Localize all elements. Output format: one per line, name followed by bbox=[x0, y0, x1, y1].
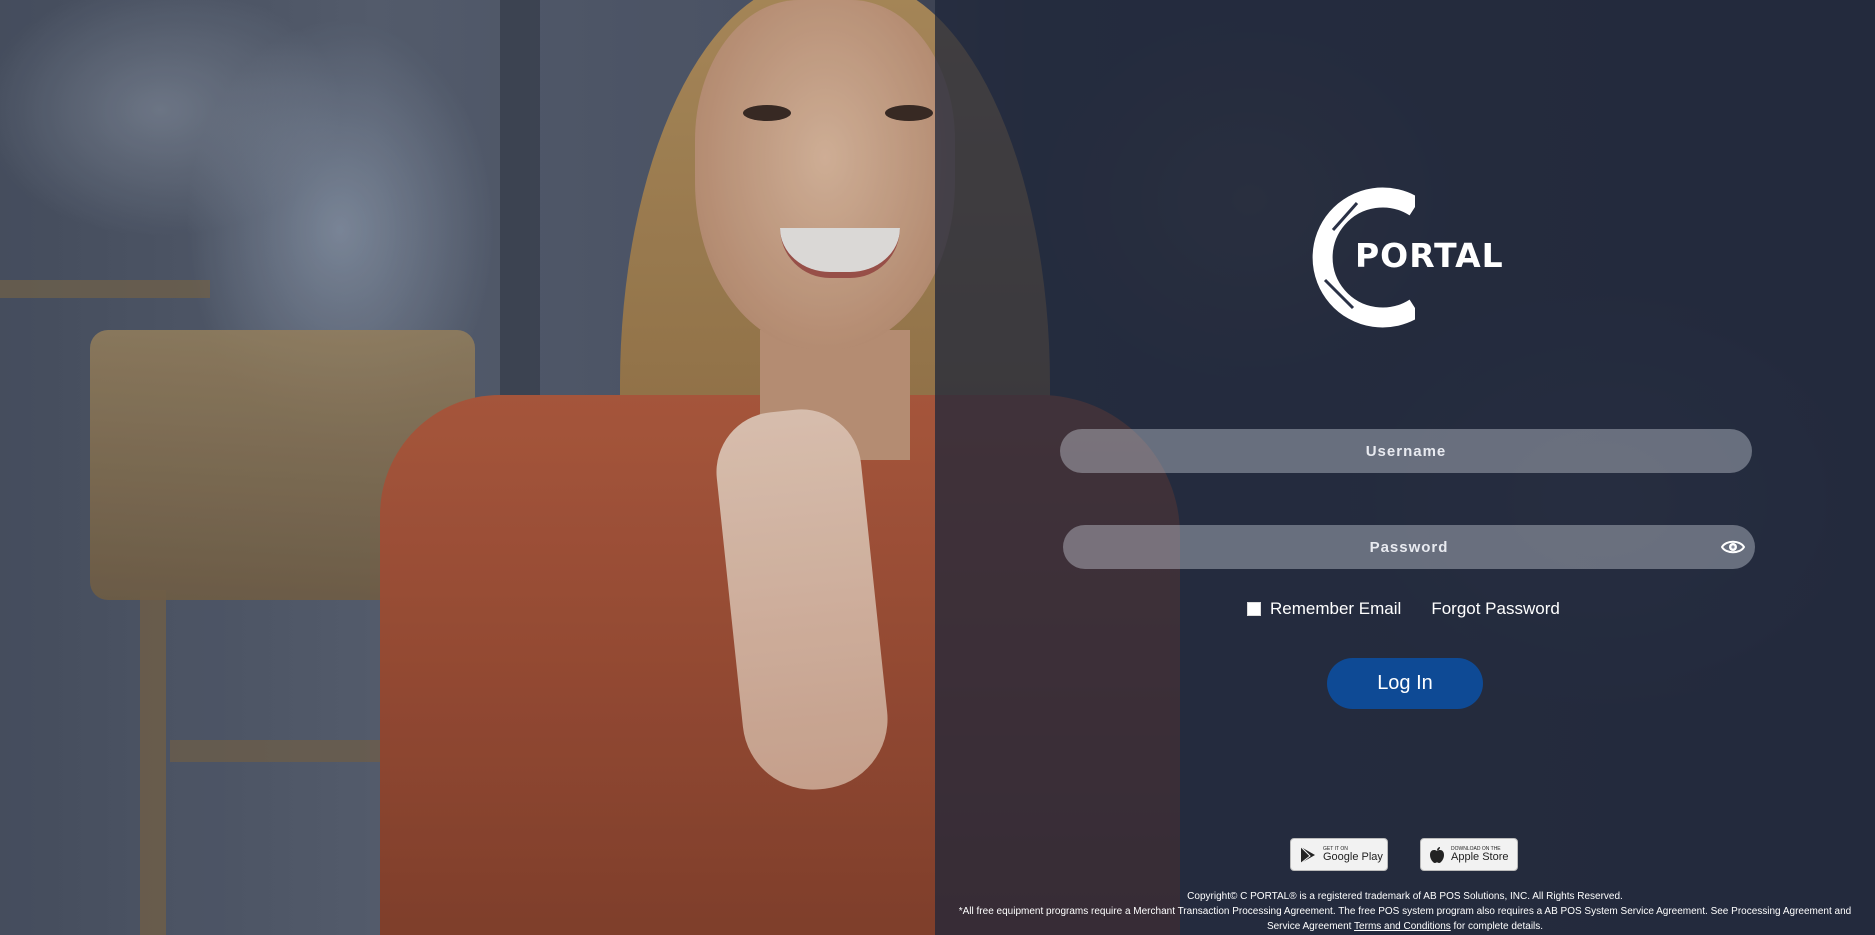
google-play-badge[interactable]: GET IT ON Google Play bbox=[1290, 838, 1388, 871]
password-field-container bbox=[1063, 524, 1755, 570]
apple-icon bbox=[1430, 846, 1444, 863]
username-input[interactable] bbox=[1060, 428, 1752, 474]
login-options: Remember Email Forgot Password bbox=[1247, 597, 1560, 621]
portal-logo: PORTAL bbox=[1305, 185, 1505, 330]
copyright-text: Copyright© C PORTAL® is a registered tra… bbox=[1187, 891, 1623, 902]
password-input[interactable] bbox=[1063, 524, 1755, 570]
footer: Copyright© C PORTAL® is a registered tra… bbox=[945, 889, 1865, 934]
disclaimer-text: *All free equipment programs require a M… bbox=[945, 904, 1865, 934]
forgot-password-link[interactable]: Forgot Password bbox=[1431, 599, 1560, 619]
google-play-text: Google Play bbox=[1323, 850, 1383, 863]
remember-email-label[interactable]: Remember Email bbox=[1270, 599, 1401, 619]
disclaimer-suffix: for complete details. bbox=[1453, 921, 1544, 932]
username-field-container bbox=[1060, 428, 1752, 474]
login-button[interactable]: Log In bbox=[1327, 658, 1483, 709]
show-password-icon[interactable] bbox=[1720, 537, 1746, 557]
terms-link[interactable]: Terms and Conditions bbox=[1354, 921, 1451, 932]
apple-store-badge[interactable]: DOWNLOAD ON THE Apple Store bbox=[1420, 838, 1518, 871]
google-play-icon bbox=[1300, 846, 1315, 863]
remember-email-checkbox[interactable] bbox=[1247, 602, 1261, 616]
logo-text: PORTAL bbox=[1355, 236, 1504, 275]
apple-store-text: Apple Store bbox=[1451, 850, 1509, 863]
